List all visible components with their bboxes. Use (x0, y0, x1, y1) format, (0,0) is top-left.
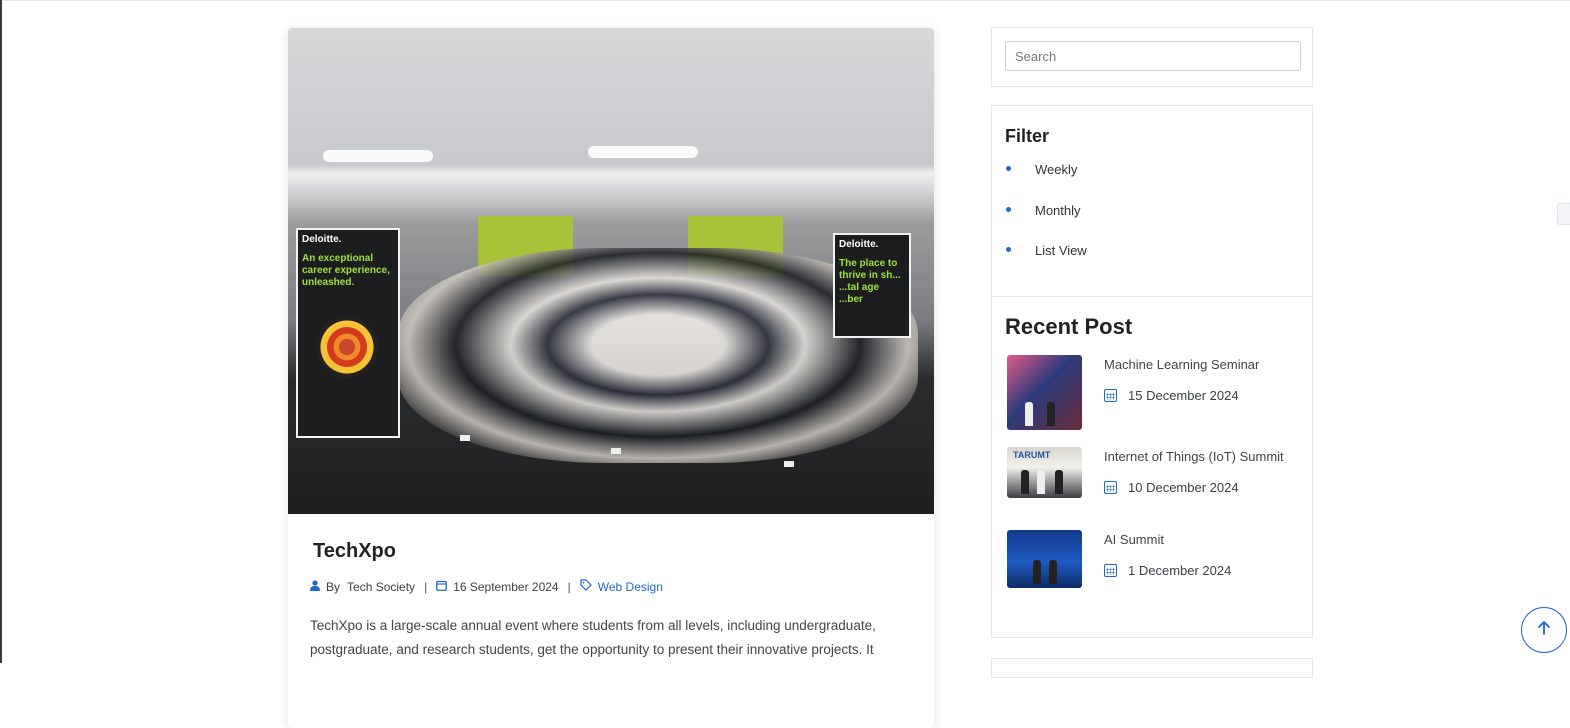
recent-post-thumbnail[interactable] (1007, 355, 1082, 430)
bullet-icon (1006, 247, 1011, 252)
ceiling-light (323, 150, 433, 162)
post-card: Deloitte. An exceptional career experien… (288, 28, 934, 728)
banner-tagline: An exceptional career experience, unleas… (302, 253, 390, 288)
filter-item-monthly[interactable]: Monthly (1005, 203, 1087, 244)
post-meta: By Tech Society | 16 September 2024 | We… (310, 579, 663, 594)
side-panel-tab[interactable] (1557, 203, 1570, 225)
floor-mark (611, 448, 621, 454)
recent-post-link[interactable]: Internet of Things (IoT) Summit (1104, 449, 1284, 464)
post-date: 16 September 2024 (453, 579, 559, 594)
floor-mark (784, 461, 794, 467)
thumbnail-logo-text: TARUMT (1013, 450, 1051, 460)
recent-post-item[interactable]: Machine Learning Seminar 15 December 202… (1007, 355, 1307, 435)
filter-title: Filter (1005, 126, 1050, 146)
bullet-icon (1006, 206, 1011, 212)
post-featured-image[interactable]: Deloitte. An exceptional career experien… (288, 28, 934, 514)
scroll-to-top-button[interactable] (1521, 607, 1567, 653)
banner-right: Deloitte. The place to thrive in sh... .… (833, 233, 911, 338)
top-border (0, 0, 1570, 1)
recent-post-title: Recent Post (1005, 314, 1133, 339)
author-link[interactable]: Tech Society (347, 580, 415, 594)
post-excerpt: TechXpo is a large-scale annual event wh… (310, 618, 876, 657)
recent-post-date: 10 December 2024 (1104, 480, 1239, 495)
recent-post-item[interactable]: TARUMT Internet of Things (IoT) Summit 1… (1007, 447, 1307, 527)
recent-post-date: 15 December 2024 (1104, 388, 1239, 403)
calendar-icon (436, 580, 448, 594)
filter-item-label[interactable]: Weekly (1035, 162, 1077, 177)
category-link[interactable]: Web Design (598, 580, 663, 594)
person-figure (1047, 402, 1055, 426)
banner-brand: Deloitte. (839, 239, 879, 250)
calendar-icon (1104, 564, 1117, 577)
person-figure (1025, 402, 1033, 426)
person-figure (1021, 470, 1029, 494)
search-input[interactable] (1005, 41, 1301, 71)
search-widget (991, 27, 1313, 87)
person-figure (1033, 560, 1041, 584)
recent-post-link[interactable]: AI Summit (1104, 532, 1164, 547)
recent-post-date-text: 15 December 2024 (1128, 388, 1239, 403)
banner-left: Deloitte. An exceptional career experien… (296, 228, 400, 438)
author-prefix: By (326, 579, 341, 594)
filter-item-label[interactable]: Monthly (1035, 203, 1081, 218)
user-icon (310, 579, 320, 594)
filter-list: Weekly Monthly List View (1005, 162, 1087, 284)
filter-item-label[interactable]: List View (1035, 243, 1087, 258)
arrow-up-icon (1536, 619, 1552, 642)
recent-post-link[interactable]: Machine Learning Seminar (1104, 357, 1259, 372)
ceiling-light (588, 146, 698, 158)
recent-post-thumbnail[interactable]: TARUMT (1007, 447, 1082, 498)
person-figure (1049, 560, 1057, 584)
recent-post-thumbnail[interactable] (1007, 530, 1082, 588)
banner-brand: Deloitte. (302, 234, 342, 245)
person-figure (1037, 470, 1045, 494)
filter-item-weekly[interactable]: Weekly (1005, 162, 1087, 203)
meta-divider: | (567, 579, 571, 594)
recent-post-date-text: 10 December 2024 (1128, 480, 1239, 495)
filter-widget: Filter Weekly Monthly List View (991, 105, 1313, 297)
meta-divider: | (424, 579, 428, 594)
recent-post-item[interactable]: AI Summit 1 December 2024 (1007, 530, 1307, 610)
calendar-icon (1104, 481, 1117, 494)
calendar-icon (1104, 389, 1117, 402)
banner-tagline: The place to thrive in sh... ...tal age … (839, 258, 901, 305)
post-title[interactable]: TechXpo (313, 540, 396, 563)
next-widget (991, 658, 1313, 678)
banner-graphic (316, 316, 378, 378)
window-left-edge (0, 0, 2, 663)
person-figure (1055, 470, 1063, 494)
filter-item-list-view[interactable]: List View (1005, 243, 1087, 284)
recent-post-widget: Recent Post Machine Learning Seminar 15 … (991, 296, 1313, 638)
bullet-icon (1006, 166, 1011, 171)
recent-post-date-text: 1 December 2024 (1128, 563, 1232, 578)
recent-post-date: 1 December 2024 (1104, 563, 1231, 578)
tag-icon (580, 579, 592, 594)
floor-mark (460, 435, 470, 441)
